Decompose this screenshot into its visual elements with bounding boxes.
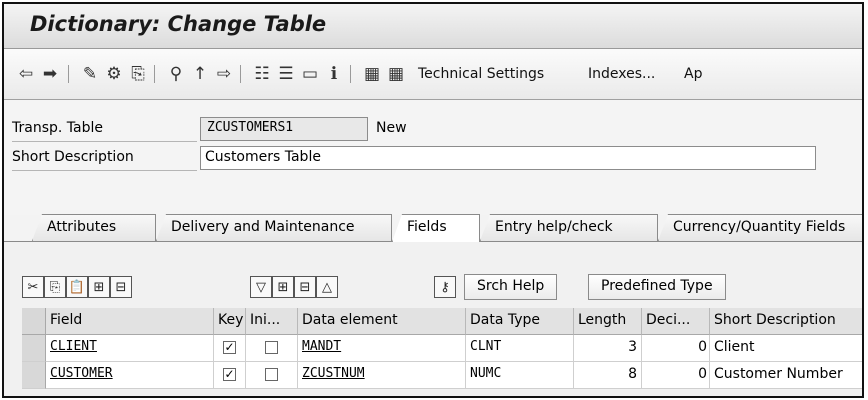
toolbar-separator <box>154 65 155 83</box>
data-type-cell: CLNT <box>466 335 574 362</box>
stack-icon[interactable]: ☰ <box>276 64 296 84</box>
short-description-cell: Customer Number <box>710 362 862 389</box>
select-all-cell[interactable] <box>22 308 46 335</box>
decimals-cell: 0 <box>642 362 710 389</box>
decimals-cell: 0 <box>642 335 710 362</box>
tab-entry-help-check[interactable]: Entry help/check <box>480 214 658 241</box>
label-underline <box>12 170 197 171</box>
length-cell: 8 <box>574 362 642 389</box>
expand-icon[interactable]: ⊞ <box>272 276 294 298</box>
column-header-data-type[interactable]: Data Type <box>466 308 574 335</box>
hierarchy-icon[interactable]: ⚲ <box>166 64 186 84</box>
column-header-initial[interactable]: Ini... <box>246 308 298 335</box>
display-icon[interactable]: ▭ <box>300 64 320 84</box>
technical-settings-button[interactable]: Technical Settings <box>418 66 544 82</box>
grid-icon[interactable]: ▦ <box>386 64 406 84</box>
field-name-cell[interactable]: CLIENT <box>46 335 214 362</box>
activate-icon[interactable]: ⚙ <box>104 64 124 84</box>
application-toolbar: ⇦ ➡ ✎ ⚙ ⎘ ⚲ ↑ ⇨ ☷ ☰ ▭ ℹ ▦ ▦ Technical Se… <box>4 49 862 100</box>
key-icon[interactable]: ⚷ <box>434 276 456 298</box>
structure-icon[interactable]: ☷ <box>252 64 272 84</box>
toolbar-separator <box>350 65 351 83</box>
row-selector[interactable] <box>22 362 46 389</box>
short-description-field[interactable]: Customers Table <box>200 146 816 170</box>
title-bar: Dictionary: Change Table <box>4 4 862 49</box>
delete-row-icon[interactable]: ⊟ <box>110 276 132 298</box>
tab-fields[interactable]: Fields <box>392 214 480 242</box>
column-header-decimals[interactable]: Deci... <box>642 308 710 335</box>
indexes-button[interactable]: Indexes... <box>588 66 655 82</box>
where-used-icon[interactable]: ⎘ <box>128 64 148 84</box>
initial-checkbox[interactable] <box>265 368 278 381</box>
tab-strip: Attributes Delivery and Maintenance Fiel… <box>4 214 862 242</box>
append-structure-button[interactable]: Ap <box>684 66 702 82</box>
key-cell: ✓ <box>214 335 246 362</box>
srch-help-button[interactable]: Srch Help <box>464 274 558 300</box>
initial-cell <box>246 362 298 389</box>
table-header-row: Field Key Ini... Data element Data Type … <box>22 308 862 335</box>
data-element-cell[interactable]: ZCUSTNUM <box>298 362 466 389</box>
toolbar-separator <box>240 65 241 83</box>
object-list-icon[interactable]: ▦ <box>362 64 382 84</box>
navigate-icon[interactable]: ⇨ <box>214 64 234 84</box>
label-underline <box>12 141 197 142</box>
table-row: CLIENT ✓ MANDT CLNT 3 0 Client <box>22 335 862 362</box>
table-row: CUSTOMER ✓ ZCUSTNUM NUMC 8 0 Customer Nu… <box>22 362 862 389</box>
row-selector[interactable] <box>22 335 46 362</box>
fields-panel: ✂ ⎘ 📋 ⊞ ⊟ ▽ ⊞ ⊟ △ ⚷ Srch Help Predefined… <box>4 241 862 396</box>
sap-window: Dictionary: Change Table ⇦ ➡ ✎ ⚙ ⎘ ⚲ ↑ ⇨… <box>2 2 864 398</box>
transp-table-label: Transp. Table <box>12 120 103 136</box>
length-cell: 3 <box>574 335 642 362</box>
column-header-data-element[interactable]: Data element <box>298 308 466 335</box>
filter-icon[interactable]: ▽ <box>250 276 272 298</box>
info-icon[interactable]: ℹ <box>324 64 344 84</box>
collapse-icon[interactable]: ⊟ <box>294 276 316 298</box>
sort-icon[interactable]: △ <box>316 276 338 298</box>
status-text: New <box>376 120 407 136</box>
key-checkbox[interactable]: ✓ <box>223 368 236 381</box>
header-form: Transp. Table ZCUSTOMERS1 New Short Desc… <box>4 100 862 215</box>
initial-checkbox[interactable] <box>265 341 278 354</box>
short-description-cell: Client <box>710 335 862 362</box>
paste-icon[interactable]: 📋 <box>66 276 88 298</box>
check-icon[interactable]: ✎ <box>80 64 100 84</box>
window-title: Dictionary: Change Table <box>30 12 327 36</box>
data-element-cell[interactable]: MANDT <box>298 335 466 362</box>
toolbar-separator <box>68 65 69 83</box>
tab-attributes[interactable]: Attributes <box>32 214 156 241</box>
column-header-key[interactable]: Key <box>214 308 246 335</box>
cut-icon[interactable]: ✂ <box>22 276 44 298</box>
key-checkbox[interactable]: ✓ <box>223 341 236 354</box>
column-header-short-description[interactable]: Short Description <box>710 308 862 335</box>
transp-table-field[interactable]: ZCUSTOMERS1 <box>200 117 368 141</box>
column-header-length[interactable]: Length <box>574 308 642 335</box>
back-arrow-icon[interactable]: ⇦ <box>16 64 36 84</box>
field-name-cell[interactable]: CUSTOMER <box>46 362 214 389</box>
column-header-field[interactable]: Field <box>46 308 214 335</box>
copy-icon[interactable]: ⎘ <box>44 276 66 298</box>
insert-row-icon[interactable]: ⊞ <box>88 276 110 298</box>
forward-arrow-icon[interactable]: ➡ <box>40 64 60 84</box>
initial-cell <box>246 335 298 362</box>
predefined-type-button[interactable]: Predefined Type <box>588 274 726 300</box>
short-description-label: Short Description <box>12 149 134 165</box>
tab-delivery-and-maintenance[interactable]: Delivery and Maintenance <box>156 214 392 241</box>
pin-icon[interactable]: ↑ <box>190 64 210 84</box>
key-cell: ✓ <box>214 362 246 389</box>
data-type-cell: NUMC <box>466 362 574 389</box>
tab-currency-quantity-fields[interactable]: Currency/Quantity Fields <box>658 214 862 241</box>
